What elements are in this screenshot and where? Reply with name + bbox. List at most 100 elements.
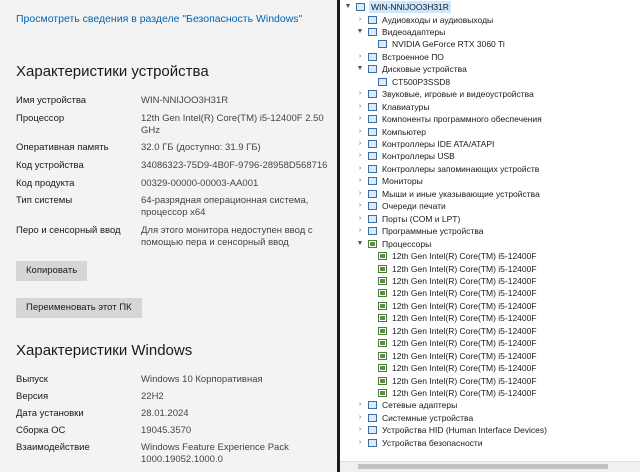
spec-key: Дата установки	[16, 408, 84, 419]
spec-key: Код устройства	[16, 160, 84, 171]
firmware-icon	[368, 52, 377, 61]
cpu-icon	[378, 289, 387, 298]
chevron-right-icon[interactable]: ›	[356, 412, 364, 424]
disk-icon	[368, 65, 377, 74]
tree-root-label: WIN-NNIJOO3H31R	[369, 1, 451, 13]
tree-node-label: Компоненты программного обеспечения	[382, 114, 542, 125]
tree-node-label: Сетевые адаптеры	[382, 400, 458, 411]
chevron-down-icon[interactable]: ▼	[356, 238, 364, 250]
chevron-down-icon[interactable]: ▼	[356, 26, 364, 38]
cpu-icon	[378, 376, 387, 385]
tree-node-label: Дисковые устройства	[382, 64, 467, 75]
tree-node-label: 12th Gen Intel(R) Core(TM) i5-12400F	[392, 388, 537, 398]
spec-key: Тип системы	[16, 195, 73, 206]
tree-node-label: Системные устройства	[382, 412, 474, 423]
chevron-right-icon[interactable]: ›	[356, 51, 364, 63]
tree-node-label: Встроенное ПО	[382, 51, 444, 62]
software-device-icon	[368, 227, 377, 236]
spec-value: Windows Feature Experience Pack 1000.190…	[141, 442, 289, 465]
tree-node-label: Контроллеры IDE ATA/ATAPI	[382, 139, 495, 149]
chevron-right-icon[interactable]: ›	[356, 424, 364, 436]
chevron-down-icon[interactable]: ▼	[356, 63, 364, 75]
sound-icon	[368, 90, 377, 99]
chevron-right-icon[interactable]: ›	[356, 88, 364, 100]
spec-key: Перо и сенсорный ввод	[16, 225, 121, 236]
tree-node-label: 12th Gen Intel(R) Core(TM) i5-12400F	[392, 300, 537, 311]
chevron-down-icon[interactable]: ▼	[344, 1, 352, 13]
cpu-icon	[378, 339, 387, 348]
chevron-right-icon[interactable]: ›	[356, 138, 364, 150]
tree-node-label: Контроллеры USB	[382, 151, 455, 162]
chevron-right-icon[interactable]: ›	[356, 188, 364, 200]
chevron-right-icon[interactable]: ›	[356, 399, 364, 411]
tree-node-label: Аудиовходы и аудиовыходы	[382, 14, 494, 25]
tree-node-label: Клавиатуры	[382, 101, 430, 112]
tree-node-label: Программные устройства	[382, 226, 484, 237]
tree-node-label: Устройства безопасности	[382, 437, 483, 448]
spec-value: Windows 10 Корпоративная	[141, 374, 263, 385]
tree-node-label: 12th Gen Intel(R) Core(TM) i5-12400F	[392, 251, 537, 262]
spec-value: 00329-00000-00003-AA001	[141, 178, 259, 189]
chevron-right-icon[interactable]: ›	[356, 163, 364, 175]
mouse-icon	[368, 189, 377, 198]
keyboard-icon	[368, 102, 377, 111]
device-specs-title: Характеристики устройства	[16, 63, 209, 80]
tree-node-label: 12th Gen Intel(R) Core(TM) i5-12400F	[392, 288, 537, 299]
chevron-right-icon[interactable]: ›	[356, 200, 364, 212]
hid-icon	[368, 426, 377, 435]
spec-key: Взаимодействие	[16, 442, 90, 453]
ide-icon	[368, 140, 377, 148]
network-icon	[368, 401, 377, 410]
chevron-right-icon[interactable]: ›	[356, 126, 364, 138]
chevron-right-icon[interactable]: ›	[356, 14, 364, 26]
tree-node-label: 12th Gen Intel(R) Core(TM) i5-12400F	[392, 313, 537, 324]
horizontal-scrollbar[interactable]	[340, 461, 640, 472]
cpu-icon	[378, 252, 387, 261]
chevron-right-icon[interactable]: ›	[356, 225, 364, 237]
cpu-icon	[378, 276, 387, 285]
cpu-icon	[378, 351, 387, 360]
tree-node-label: Мыши и иные указывающие устройства	[382, 188, 540, 199]
computer-icon	[368, 127, 377, 136]
system-icon	[368, 413, 377, 422]
spec-value: WIN-NNIJOO3H31R	[141, 95, 229, 106]
spec-key: Сборка ОС	[16, 425, 66, 436]
chevron-right-icon[interactable]: ›	[356, 113, 364, 125]
display-adapter-icon	[378, 40, 387, 49]
disk-icon	[378, 77, 387, 86]
device-manager-pane: ▼ WIN-NNIJOO3H31R › Аудиовходы и аудиовых…	[340, 0, 640, 472]
chevron-right-icon[interactable]: ›	[356, 101, 364, 113]
software-icon	[368, 115, 377, 124]
computer-icon	[356, 3, 365, 11]
tree-node-label: 12th Gen Intel(R) Core(TM) i5-12400F	[392, 325, 537, 336]
security-link[interactable]: Просмотреть сведения в разделе "Безопасн…	[16, 12, 316, 26]
about-pane: Просмотреть сведения в разделе "Безопасн…	[0, 0, 337, 472]
spec-value: 32.0 ГБ (доступно: 31.9 ГБ)	[141, 142, 261, 153]
cpu-icon	[378, 264, 387, 273]
spec-value: 19045.3570	[141, 425, 192, 436]
windows-specs-title: Характеристики Windows	[16, 342, 193, 359]
chevron-right-icon[interactable]: ›	[356, 175, 364, 187]
scrollbar-thumb[interactable]	[358, 464, 608, 469]
cpu-icon	[378, 326, 387, 335]
tree-node-label: Очереди печати	[382, 201, 446, 212]
chevron-right-icon[interactable]: ›	[356, 213, 364, 225]
display-adapter-icon	[368, 27, 377, 36]
chevron-right-icon[interactable]: ›	[356, 437, 364, 449]
security-icon	[368, 438, 377, 447]
spec-key: Процессор	[16, 113, 65, 124]
printer-icon	[368, 202, 377, 211]
tree-node-label: Мониторы	[382, 176, 423, 187]
tree-node-label: 12th Gen Intel(R) Core(TM) i5-12400F	[392, 275, 537, 286]
spec-key: Имя устройства	[16, 95, 87, 106]
tree-node-label: CT500P3SSD8	[392, 76, 451, 87]
spec-value: 12th Gen Intel(R) Core(TM) i5-12400F 2.5…	[141, 113, 324, 136]
port-icon	[368, 214, 377, 223]
copy-button[interactable]: Копировать	[16, 261, 88, 281]
rename-pc-button[interactable]: Переименовать этот ПК	[16, 298, 142, 318]
spec-value: Для этого монитора недоступен ввод с пом…	[141, 225, 313, 248]
spec-key: Код продукта	[16, 178, 75, 189]
tree-node-label: 12th Gen Intel(R) Core(TM) i5-12400F	[392, 375, 537, 386]
chevron-right-icon[interactable]: ›	[356, 150, 364, 162]
tree-node-label: Видеоадаптеры	[382, 26, 446, 37]
